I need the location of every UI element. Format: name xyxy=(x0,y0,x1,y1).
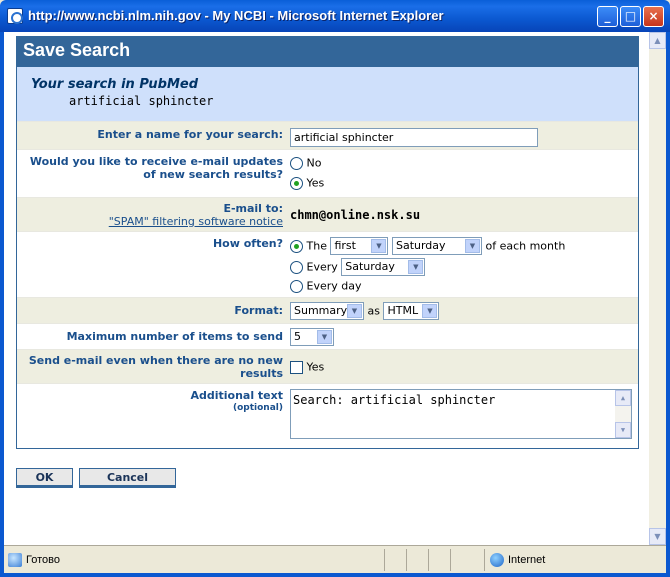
max-items-select-value: 5 xyxy=(294,330,301,343)
ok-button[interactable]: OK xyxy=(16,468,73,488)
chevron-down-icon: ▼ xyxy=(464,239,480,253)
close-button[interactable]: × xyxy=(643,6,664,27)
updates-yes-radio[interactable] xyxy=(290,176,303,190)
row-send-empty: Send e-mail even when there are no new r… xyxy=(17,349,638,383)
row-max-items: Maximum number of items to send 5 ▼ xyxy=(17,323,638,349)
status-divider xyxy=(406,549,407,571)
security-zone-text: Internet xyxy=(508,554,546,566)
additional-text-area[interactable]: Search: artificial sphincter ▲ ▼ xyxy=(290,389,632,439)
search-summary-title: Your search in PubMed xyxy=(31,77,199,92)
email-address: chmn@online.nsk.su xyxy=(290,208,421,222)
how-often-label: How often? xyxy=(212,237,283,250)
search-name-label: Enter a name for your search: xyxy=(97,128,283,141)
max-items-select[interactable]: 5 ▼ xyxy=(290,328,334,346)
page-done-icon xyxy=(8,553,22,567)
every-day-label: Every day xyxy=(306,279,362,293)
status-divider xyxy=(484,549,485,571)
status-divider xyxy=(428,549,429,571)
format-type-select[interactable]: HTML ▼ xyxy=(383,302,440,320)
chevron-down-icon: ▼ xyxy=(422,304,438,318)
chevron-down-icon: ▼ xyxy=(347,304,362,318)
format-select-value: Summary xyxy=(294,304,348,317)
title-bar: http://www.ncbi.nlm.nih.gov - My NCBI - … xyxy=(0,0,670,32)
format-label: Format: xyxy=(234,304,283,317)
additional-text-value: Search: artificial sphincter xyxy=(293,393,496,407)
updates-no-label: No xyxy=(306,156,322,170)
weekly-day-select-value: Saturday xyxy=(345,260,395,273)
send-empty-checkbox[interactable] xyxy=(290,360,303,374)
scroll-up-icon[interactable]: ▲ xyxy=(615,390,631,406)
format-as-label: as xyxy=(367,304,380,318)
monthly-day-select[interactable]: Saturday ▼ xyxy=(391,237,482,255)
minimize-button[interactable]: _ xyxy=(597,6,618,27)
chevron-down-icon: ▼ xyxy=(408,260,424,274)
window-title: http://www.ncbi.nlm.nih.gov - My NCBI - … xyxy=(28,8,444,23)
email-updates-label: Would you like to receive e-mail updates… xyxy=(29,155,283,181)
ordinal-select[interactable]: first ▼ xyxy=(330,237,389,255)
row-how-often: How often? The first ▼ Saturday ▼ of each … xyxy=(17,231,638,297)
updates-yes-label: Yes xyxy=(306,176,325,190)
status-divider xyxy=(450,549,451,571)
monthly-day-select-value: Saturday xyxy=(395,239,446,252)
of-each-month-label: of each month xyxy=(485,239,566,253)
dialog-header: Save Search xyxy=(17,37,638,67)
status-text: Готово xyxy=(26,554,60,566)
page-content: Save Search Your search in PubMed artifi… xyxy=(4,32,666,545)
page-scrollbar[interactable]: ▲ ▼ xyxy=(649,32,666,545)
format-type-select-value: HTML xyxy=(387,304,419,317)
cancel-button[interactable]: Cancel xyxy=(79,468,176,488)
status-bar: Готово Internet xyxy=(4,545,666,573)
scroll-up-icon[interactable]: ▲ xyxy=(649,32,666,49)
row-additional-text: Additional text (optional) Search: artif… xyxy=(17,383,638,443)
max-items-label: Maximum number of items to send xyxy=(66,330,283,343)
internet-globe-icon xyxy=(490,553,504,567)
spam-notice-link[interactable]: "SPAM" filtering software notice xyxy=(17,215,283,228)
format-select[interactable]: Summary ▼ xyxy=(290,302,364,320)
send-empty-label: Send e-mail even when there are no new r… xyxy=(28,354,283,380)
email-to-label: E-mail to: xyxy=(223,202,283,215)
search-name-input[interactable]: artificial sphincter xyxy=(290,128,538,147)
send-empty-yes-label: Yes xyxy=(306,360,325,374)
how-often-monthly-radio[interactable] xyxy=(290,239,303,253)
row-search-name: Enter a name for your search: artificial… xyxy=(17,121,638,149)
how-often-every-label: Every xyxy=(306,260,338,274)
additional-optional-label: (optional) xyxy=(233,403,283,413)
weekly-day-select[interactable]: Saturday ▼ xyxy=(341,258,426,276)
search-query-text: artificial sphincter xyxy=(69,94,214,108)
scroll-down-icon[interactable]: ▼ xyxy=(649,528,666,545)
chevron-down-icon: ▼ xyxy=(371,239,387,253)
save-search-dialog: Save Search Your search in PubMed artifi… xyxy=(16,36,639,449)
scroll-down-icon[interactable]: ▼ xyxy=(615,422,631,438)
status-divider xyxy=(384,549,385,571)
ie-page-icon xyxy=(7,8,23,24)
textarea-scrollbar[interactable]: ▲ ▼ xyxy=(615,390,631,438)
additional-text-label: Additional text xyxy=(190,389,283,402)
chevron-down-icon: ▼ xyxy=(317,330,332,344)
row-email-to: E-mail to: "SPAM" filtering software not… xyxy=(17,197,638,231)
maximize-button[interactable]: □ xyxy=(620,6,641,27)
ordinal-select-value: first xyxy=(334,239,356,252)
row-email-updates: Would you like to receive e-mail updates… xyxy=(17,149,638,197)
how-often-the-label: The xyxy=(306,239,327,253)
search-summary: Your search in PubMed artificial sphinct… xyxy=(17,67,638,121)
updates-no-radio[interactable] xyxy=(290,156,303,170)
how-often-weekly-radio[interactable] xyxy=(290,260,303,274)
how-often-daily-radio[interactable] xyxy=(290,279,303,293)
row-format: Format: Summary ▼ as HTML ▼ xyxy=(17,297,638,323)
